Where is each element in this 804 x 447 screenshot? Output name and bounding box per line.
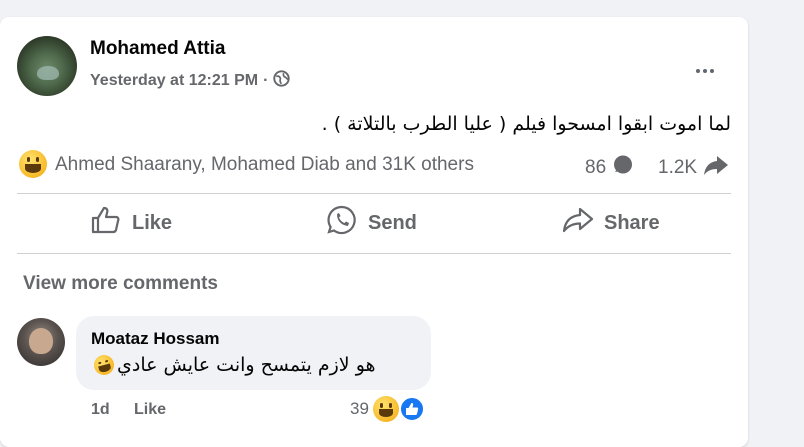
haha-reaction-icon[interactable] (19, 150, 47, 178)
more-dot-icon (703, 69, 707, 73)
comment-bubble-icon (612, 154, 634, 182)
comment-text-value: هو لازم يتمسح وانت عايش عادي (117, 354, 376, 376)
comments-count-value: 86 (585, 157, 607, 178)
like-button[interactable]: Like (90, 195, 172, 251)
haha-reaction-icon (373, 396, 399, 422)
commenter-avatar[interactable] (17, 318, 65, 366)
globe-icon (273, 70, 291, 92)
comment-reaction-count[interactable]: 39 (350, 399, 369, 419)
share-icon (562, 204, 594, 242)
author-avatar[interactable] (17, 36, 77, 96)
divider (17, 253, 731, 254)
share-button[interactable]: Share (562, 195, 660, 251)
rofl-emoji-icon (91, 352, 117, 378)
commenter-name[interactable]: Moataz Hossam (91, 329, 219, 349)
meta-separator: · (263, 72, 269, 89)
send-label: Send (368, 211, 417, 234)
comment-bubble: Moataz Hossam هو لازم يتمسح وانت عايش عا… (76, 316, 431, 390)
shares-count[interactable]: 1.2K (658, 154, 729, 182)
whatsapp-icon (326, 204, 358, 242)
divider (17, 193, 731, 194)
more-dot-icon (710, 69, 714, 73)
post-meta: Yesterday at 12:21 PM · (90, 70, 291, 92)
share-arrow-icon (703, 154, 729, 182)
shares-count-value: 1.2K (658, 157, 698, 178)
comments-count[interactable]: 86 (585, 154, 634, 182)
author-name[interactable]: Mohamed Attia (90, 38, 225, 60)
like-label: Like (132, 211, 173, 234)
post-text: لما اموت ابقوا امسحوا فيلم ( عليا الطرب … (321, 113, 731, 135)
reaction-names[interactable]: Ahmed Shaarany, Mohamed Diab and 31K oth… (55, 154, 474, 176)
view-more-comments-link[interactable]: View more comments (23, 273, 218, 295)
more-dot-icon (696, 69, 700, 73)
more-options-button[interactable] (690, 61, 720, 81)
comment-text: هو لازم يتمسح وانت عايش عادي (91, 352, 376, 378)
comment-like-button[interactable]: Like (134, 401, 166, 419)
post-timestamp[interactable]: Yesterday at 12:21 PM (90, 72, 258, 90)
thumbs-up-icon (90, 204, 122, 242)
post-card: Mohamed Attia Yesterday at 12:21 PM · لم… (0, 17, 748, 447)
send-button[interactable]: Send (326, 195, 417, 251)
share-label: Share (604, 211, 660, 234)
like-reaction-icon (399, 396, 425, 422)
comment-time[interactable]: 1d (91, 401, 110, 419)
